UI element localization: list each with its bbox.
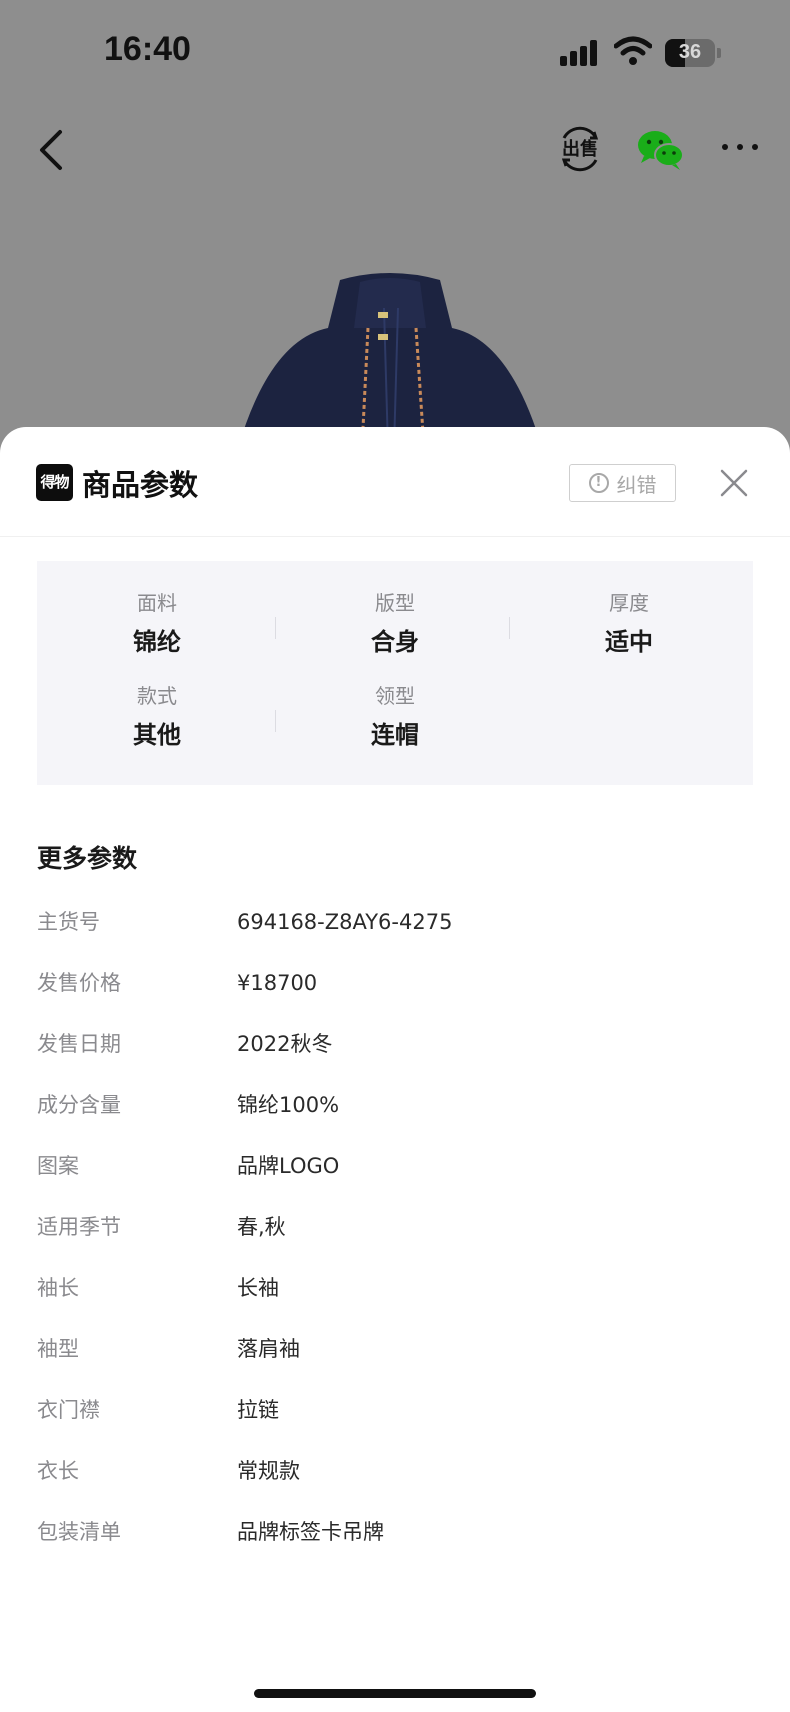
spec-value: 春,秋 <box>237 1215 286 1239</box>
column-divider <box>275 617 276 639</box>
spec-key: 成分含量 <box>37 1093 121 1117</box>
spec-key: 衣长 <box>37 1459 79 1483</box>
more-params-title: 更多参数 <box>37 844 138 873</box>
param-key: 款式 <box>137 684 177 708</box>
spec-value: 长袖 <box>237 1276 279 1300</box>
spec-key: 主货号 <box>37 910 100 934</box>
status-time: 16:40 <box>104 30 191 68</box>
spec-key: 适用季节 <box>37 1215 121 1239</box>
spec-row: 袖型 落肩袖 <box>37 1332 757 1366</box>
spec-value: 694168-Z8AY6-4275 <box>237 910 453 934</box>
spec-row: 发售价格 ¥18700 <box>37 966 757 1000</box>
column-divider <box>509 617 510 639</box>
background-page: 16:40 36 出售 <box>0 0 790 448</box>
spec-row: 发售日期 2022秋冬 <box>37 1027 757 1061</box>
sheet-header: 得物 商品参数 ! 纠错 <box>0 427 790 537</box>
param-key: 领型 <box>375 684 415 708</box>
spec-value: 品牌标签卡吊牌 <box>237 1520 384 1544</box>
more-icon[interactable] <box>722 144 758 154</box>
param-item: 版型 合身 <box>315 589 475 659</box>
key-params-panel: 面料 锦纶 版型 合身 厚度 适中 款式 其他 领型 连帽 <box>37 561 753 785</box>
product-image <box>238 273 542 448</box>
close-icon[interactable] <box>720 469 748 497</box>
spec-key: 衣门襟 <box>37 1398 100 1422</box>
spec-row: 衣长 常规款 <box>37 1454 757 1488</box>
battery-icon: 36 <box>665 39 715 67</box>
param-item: 领型 连帽 <box>315 682 475 752</box>
cellular-signal-icon <box>560 40 602 66</box>
param-value: 锦纶 <box>133 628 181 656</box>
param-key: 厚度 <box>609 591 649 615</box>
report-error-label: 纠错 <box>616 472 657 497</box>
spec-row: 包装清单 品牌标签卡吊牌 <box>37 1515 757 1549</box>
brand-logo: 得物 <box>36 464 73 501</box>
spec-value: 拉链 <box>237 1398 279 1422</box>
report-error-button[interactable]: ! 纠错 <box>569 464 676 502</box>
back-icon[interactable] <box>36 128 66 172</box>
param-value: 适中 <box>605 628 653 656</box>
param-value: 连帽 <box>371 721 419 749</box>
wechat-icon[interactable] <box>636 128 684 172</box>
spec-value: 2022秋冬 <box>237 1032 333 1056</box>
spec-value: 常规款 <box>237 1459 300 1483</box>
sheet-title: 商品参数 <box>82 468 199 502</box>
spec-row: 衣门襟 拉链 <box>37 1393 757 1427</box>
param-item: 款式 其他 <box>77 682 237 752</box>
spec-row: 图案 品牌LOGO <box>37 1149 757 1183</box>
param-value: 合身 <box>371 628 419 656</box>
spec-key: 发售日期 <box>37 1032 121 1056</box>
column-divider <box>275 710 276 732</box>
spec-row: 适用季节 春,秋 <box>37 1210 757 1244</box>
sell-label: 出售 <box>562 139 598 160</box>
spec-row: 主货号 694168-Z8AY6-4275 <box>37 905 757 939</box>
battery-tip <box>717 48 721 58</box>
spec-row: 成分含量 锦纶100% <box>37 1088 757 1122</box>
param-item: 厚度 适中 <box>549 589 709 659</box>
home-indicator[interactable] <box>254 1689 536 1698</box>
spec-key: 发售价格 <box>37 971 121 995</box>
wifi-icon <box>614 36 652 65</box>
spec-value: ¥18700 <box>237 971 318 995</box>
warning-icon: ! <box>588 473 609 493</box>
product-params-sheet: 得物 商品参数 ! 纠错 面料 锦纶 版型 合身 厚度 适中 款式 其他 领型 … <box>0 427 790 1712</box>
spec-value: 品牌LOGO <box>237 1154 340 1178</box>
spec-key: 图案 <box>37 1154 79 1178</box>
param-item: 面料 锦纶 <box>77 589 237 659</box>
spec-value: 落肩袖 <box>237 1337 300 1361</box>
sell-icon[interactable]: 出售 <box>558 126 602 172</box>
param-value: 其他 <box>133 721 181 749</box>
nav-bar: 出售 <box>0 110 790 190</box>
spec-row: 袖长 长袖 <box>37 1271 757 1305</box>
param-key: 面料 <box>137 591 177 615</box>
spec-key: 袖型 <box>37 1337 79 1361</box>
spec-key: 袖长 <box>37 1276 79 1300</box>
spec-key: 包装清单 <box>37 1520 121 1544</box>
spec-value: 锦纶100% <box>237 1093 340 1117</box>
status-bar: 16:40 36 <box>0 0 790 100</box>
param-key: 版型 <box>375 591 415 615</box>
battery-level: 36 <box>678 41 702 63</box>
